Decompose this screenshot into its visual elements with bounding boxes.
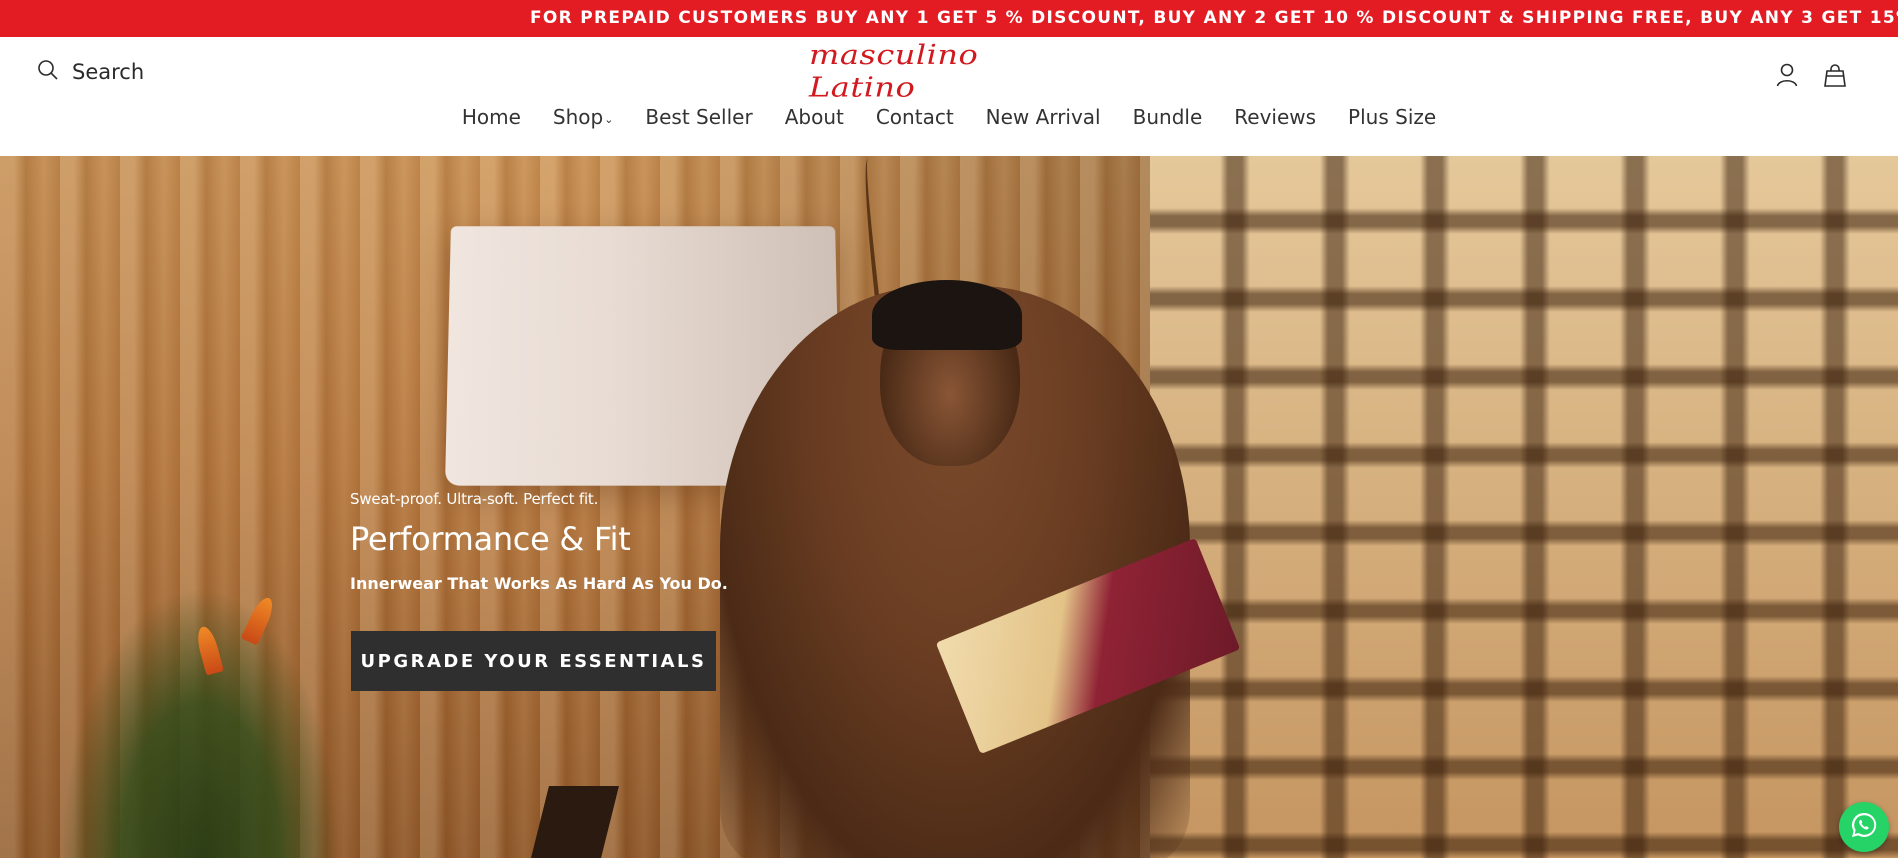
nav-item-shop[interactable]: Shop⌄	[553, 105, 614, 129]
nav-item-about[interactable]: About	[785, 105, 844, 129]
hero-copy: Sweat-proof. Ultra-soft. Perfect fit. Pe…	[350, 490, 870, 593]
nav-item-home[interactable]: Home	[462, 105, 521, 129]
search-trigger[interactable]: Search	[36, 54, 144, 90]
shopping-bag-icon	[1820, 64, 1850, 94]
nav-item-contact[interactable]: Contact	[876, 105, 954, 129]
user-icon	[1772, 63, 1802, 94]
logo-text: masculino Latino	[809, 38, 979, 104]
hero-subtitle: Sweat-proof. Ultra-soft. Perfect fit.	[350, 490, 599, 508]
model-hair	[872, 280, 1022, 350]
site-header: Search masculino Latino Home Shop⌄ Best …	[0, 37, 1898, 156]
nav-item-label: Shop	[552, 105, 604, 129]
chevron-down-icon: ⌄	[604, 113, 614, 126]
search-icon	[36, 58, 60, 87]
upgrade-essentials-button[interactable]: UPGRADE YOUR ESSENTIALS	[351, 631, 716, 691]
search-label: Search	[72, 60, 145, 84]
whatsapp-icon	[1848, 809, 1880, 846]
whatsapp-button[interactable]	[1839, 802, 1889, 852]
hero-tagline: Innerwear That Works As Hard As You Do.	[350, 574, 728, 593]
announcement-bar: FOR PREPAID CUSTOMERS BUY ANY 1 GET 5 % …	[0, 0, 1898, 37]
cart-button[interactable]	[1820, 60, 1850, 90]
hero-banner: Sweat-proof. Ultra-soft. Perfect fit. Pe…	[0, 156, 1898, 858]
account-button[interactable]	[1772, 60, 1802, 90]
nav-item-plus-size[interactable]: Plus Size	[1348, 105, 1436, 129]
nav-item-best-seller[interactable]: Best Seller	[645, 105, 752, 129]
nav-item-bundle[interactable]: Bundle	[1133, 105, 1203, 129]
hero-background-window	[1150, 156, 1898, 858]
site-logo[interactable]: masculino Latino	[809, 39, 1093, 104]
nav-item-new-arrival[interactable]: New Arrival	[986, 105, 1101, 129]
nav-item-reviews[interactable]: Reviews	[1234, 105, 1316, 129]
main-nav: Home Shop⌄ Best Seller About Contact New…	[0, 103, 1898, 131]
announcement-text: FOR PREPAID CUSTOMERS BUY ANY 1 GET 5 % …	[530, 8, 1898, 28]
hero-title: Performance & Fit	[350, 520, 631, 558]
